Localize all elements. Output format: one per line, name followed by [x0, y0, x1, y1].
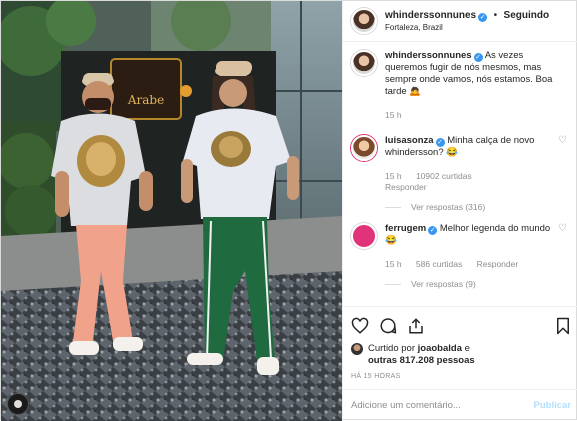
- replies-divider: [385, 206, 401, 208]
- liker-avatar[interactable]: [351, 343, 363, 355]
- publish-button[interactable]: Publicar: [534, 400, 572, 411]
- reply-button[interactable]: Responder: [385, 182, 427, 192]
- comment-time[interactable]: 15 h: [385, 259, 402, 269]
- comment-likes[interactable]: 10902 curtidas: [416, 171, 472, 181]
- heart-icon[interactable]: [351, 317, 369, 335]
- commenter-avatar[interactable]: [351, 223, 377, 249]
- location-link[interactable]: Fortaleza, Brazil: [385, 22, 549, 34]
- instagram-post: Arabe whinderssonnunes ✓ • Seguindo Fort…: [0, 0, 577, 421]
- caption-emoji: 🙇: [409, 86, 422, 97]
- view-replies-label: Ver respostas (9): [411, 279, 476, 289]
- caption-time[interactable]: 15 h: [385, 110, 402, 120]
- caption: whinderssonnunes ✓ As vezes queremos fugi…: [351, 50, 571, 121]
- photo-illustration: Arabe: [1, 1, 342, 421]
- likes-middle: e: [464, 343, 470, 354]
- action-bar: Curtido por joaobalda e outras 817.208 p…: [343, 306, 577, 380]
- reply-button[interactable]: Responder: [477, 259, 519, 269]
- likes-summary: Curtido por joaobalda e outras 817.208 p…: [351, 343, 571, 367]
- view-replies-button[interactable]: Ver respostas (9): [385, 278, 561, 290]
- header-text: whinderssonnunes ✓ • Seguindo Fortaleza, …: [385, 8, 549, 34]
- add-comment-bar: Adicione um comentário... Publicar: [343, 389, 577, 421]
- view-replies-button[interactable]: Ver respostas (316): [385, 201, 561, 213]
- comment-item: ♡ luisasonza ✓ Minha calça de novo whinde…: [351, 135, 571, 213]
- commenter-avatar[interactable]: [351, 135, 377, 161]
- comment-meta: 15 h 10902 curtidas Responder: [385, 171, 561, 193]
- header-separator: •: [493, 10, 498, 21]
- action-icons: [351, 313, 571, 339]
- caption-body: whinderssonnunes ✓ As vezes queremos fugi…: [385, 50, 561, 121]
- author-username[interactable]: whinderssonnunes: [385, 10, 476, 21]
- comment-body: ♡ ferrugem ✓ Melhor legenda do mundo 😂 15…: [385, 223, 567, 290]
- view-replies-label: Ver respostas (316): [411, 202, 486, 212]
- author-avatar[interactable]: [351, 8, 377, 34]
- post-header: whinderssonnunes ✓ • Seguindo Fortaleza, …: [343, 1, 577, 42]
- caption-username[interactable]: whinderssonnunes: [385, 50, 472, 61]
- likes-text: Curtido por joaobalda e outras 817.208 p…: [368, 343, 475, 367]
- likes-prefix: Curtido por: [368, 343, 415, 354]
- post-photo[interactable]: Arabe: [1, 1, 342, 421]
- following-button[interactable]: Seguindo: [504, 10, 550, 21]
- comment-icon[interactable]: [379, 317, 397, 335]
- comment-emoji: 😂: [446, 147, 459, 158]
- tagged-user-icon[interactable]: [7, 393, 29, 415]
- comment-like-icon[interactable]: ♡: [558, 223, 567, 235]
- restaurant-sign: Arabe: [127, 93, 164, 107]
- verified-badge-icon: ✓: [428, 226, 438, 235]
- caption-meta: 15 h: [385, 110, 561, 121]
- comment-emoji: 😂: [385, 235, 397, 246]
- comment-input[interactable]: Adicione um comentário...: [351, 400, 461, 411]
- caption-avatar[interactable]: [351, 50, 377, 76]
- post-sidebar: whinderssonnunes ✓ • Seguindo Fortaleza, …: [342, 1, 577, 421]
- comment-item: ♡ ferrugem ✓ Melhor legenda do mundo 😂 15…: [351, 223, 571, 290]
- share-icon[interactable]: [407, 317, 425, 335]
- comment-time[interactable]: 15 h: [385, 171, 402, 181]
- verified-badge-icon: ✓: [435, 138, 445, 147]
- comment-like-icon[interactable]: ♡: [558, 135, 567, 147]
- comment-text: Melhor legenda do mundo: [439, 223, 551, 234]
- comment-body: ♡ luisasonza ✓ Minha calça de novo whinde…: [385, 135, 567, 213]
- bookmark-icon[interactable]: [555, 317, 571, 335]
- comment-username[interactable]: luisasonza: [385, 135, 434, 146]
- comment-meta: 15 h 586 curtidas Responder: [385, 259, 561, 270]
- liker-username[interactable]: joaobalda: [418, 343, 462, 354]
- comment-likes[interactable]: 586 curtidas: [416, 259, 462, 269]
- post-timestamp[interactable]: HÁ 15 HORAS: [351, 373, 571, 380]
- likes-others[interactable]: outras 817.208 pessoas: [368, 355, 475, 366]
- replies-divider: [385, 283, 401, 285]
- comment-username[interactable]: ferrugem: [385, 223, 426, 234]
- verified-badge-icon: ✓: [478, 13, 488, 22]
- verified-badge-icon: ✓: [473, 53, 483, 62]
- comments-list: whinderssonnunes ✓ As vezes queremos fugi…: [343, 50, 577, 306]
